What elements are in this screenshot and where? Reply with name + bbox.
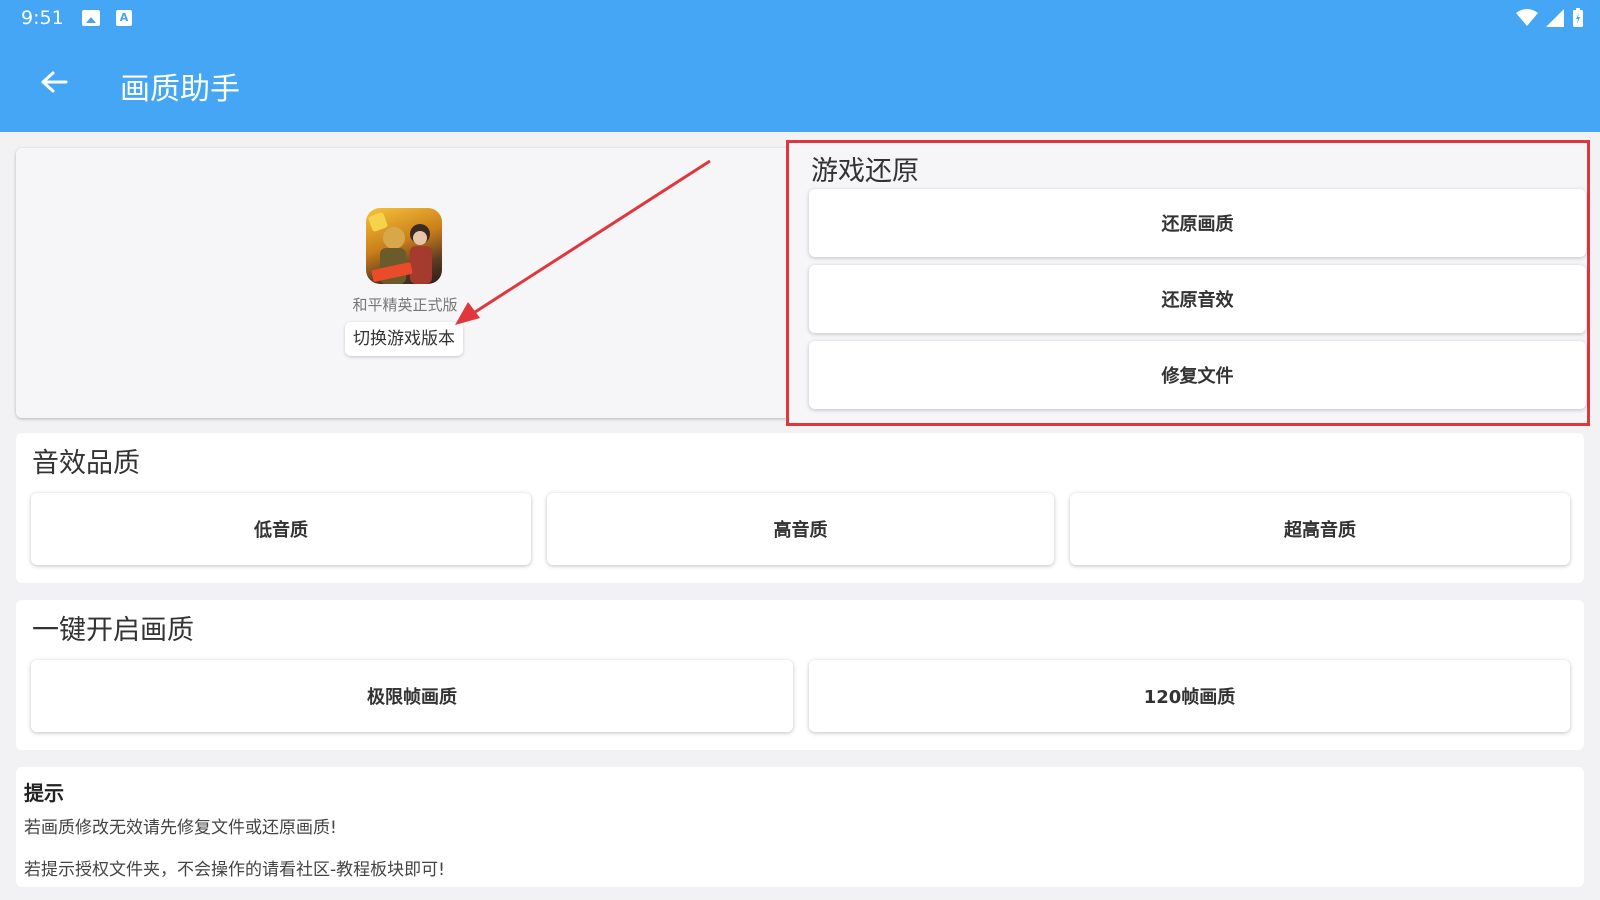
audio-quality-card: 音效品质 低音质 高音质 超高音质 <box>16 433 1584 583</box>
high-audio-button[interactable]: 高音质 <box>547 493 1054 565</box>
restore-audio-button[interactable]: 还原音效 <box>809 265 1586 333</box>
restore-graphics-button[interactable]: 还原画质 <box>809 189 1586 257</box>
back-button[interactable] <box>36 64 72 100</box>
tips-card: 提示 若画质修改无效请先修复文件或还原画质! 若提示授权文件夹，不会操作的请看社… <box>16 767 1584 887</box>
status-time: 9:51 <box>21 7 64 29</box>
tips-title: 提示 <box>24 781 64 805</box>
audio-section-title: 音效品质 <box>32 448 140 479</box>
repair-files-button[interactable]: 修复文件 <box>809 341 1586 409</box>
switch-version-button[interactable]: 切换游戏版本 <box>345 322 463 356</box>
fps-120-button[interactable]: 120帧画质 <box>809 660 1570 732</box>
gallery-icon <box>82 10 100 26</box>
restore-section-title: 游戏还原 <box>811 156 919 187</box>
tips-line: 若提示授权文件夹，不会操作的请看社区-教程板块即可! <box>24 860 445 880</box>
game-card: 和平精英正式版 切换游戏版本 <box>16 148 794 418</box>
signal-icon <box>1546 9 1564 27</box>
battery-icon <box>1573 8 1583 27</box>
page-title: 画质助手 <box>120 72 240 107</box>
quality-section-title: 一键开启画质 <box>32 615 194 646</box>
arrow-left-icon <box>41 71 68 93</box>
ultra-audio-button[interactable]: 超高音质 <box>1070 493 1570 565</box>
game-art-icon <box>368 212 432 284</box>
game-restore-card: 游戏还原 还原画质 还原音效 修复文件 <box>786 140 1590 426</box>
wifi-icon <box>1516 9 1538 26</box>
low-audio-button[interactable]: 低音质 <box>31 493 531 565</box>
tips-line: 若画质修改无效请先修复文件或还原画质! <box>24 818 337 838</box>
app-notification-icon: A <box>116 10 132 26</box>
extreme-fps-button[interactable]: 极限帧画质 <box>31 660 793 732</box>
status-icons <box>1516 6 1584 30</box>
graphics-quality-card: 一键开启画质 极限帧画质 120帧画质 <box>16 600 1584 750</box>
game-name: 和平精英正式版 <box>352 296 458 314</box>
app-header: 9:51 A 画质助手 <box>0 0 1600 132</box>
game-app-icon[interactable] <box>366 208 442 284</box>
